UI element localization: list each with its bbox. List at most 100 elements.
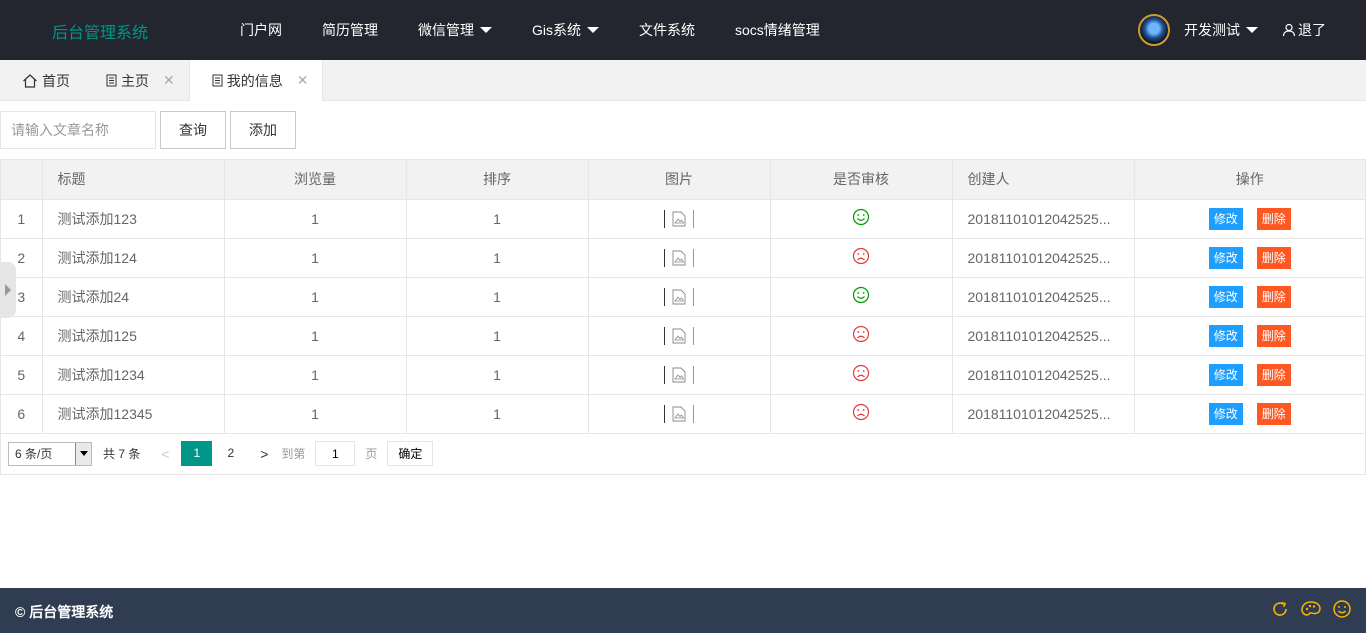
pagination: 6 条/页 共 7 条 < 1 2 > 到第 页 确定 — [1, 434, 1365, 474]
footer-tools — [1260, 599, 1352, 619]
row-views: 1 — [224, 316, 407, 356]
row-approved-cell — [770, 316, 953, 356]
row-image-cell — [588, 394, 771, 434]
smile-icon[interactable] — [1332, 599, 1352, 619]
broken-image-icon[interactable] — [664, 326, 694, 345]
nav-item-files[interactable]: 文件系统 — [619, 0, 715, 60]
row-actions: 修改 删除 — [1134, 199, 1365, 239]
prev-page-icon[interactable]: < — [152, 446, 178, 462]
row-image-cell — [588, 277, 771, 317]
goto-label: 到第 — [281, 447, 306, 461]
avatar[interactable] — [1138, 14, 1170, 46]
nav-item-label: 简历管理 — [322, 22, 378, 38]
delete-button[interactable]: 删除 — [1256, 207, 1291, 230]
column-header-views: 浏览量 — [224, 160, 407, 200]
row-creator: 20181101012042525... — [952, 277, 1135, 317]
row-views: 1 — [224, 199, 407, 239]
frown-icon — [852, 364, 870, 385]
nav-item-gis[interactable]: Gis系统 — [512, 0, 619, 60]
logout-link[interactable]: 退了 — [1282, 20, 1326, 40]
column-header-creator: 创建人 — [952, 160, 1135, 200]
column-header-image: 图片 — [588, 160, 771, 200]
row-sort: 1 — [406, 355, 589, 395]
document-icon — [106, 74, 117, 87]
tab-label: 首页 — [42, 72, 70, 89]
row-actions: 修改 删除 — [1134, 394, 1365, 434]
next-page-icon[interactable]: > — [249, 446, 279, 462]
search-toolbar: 查询 添加 — [0, 111, 296, 149]
top-header: 后台管理系统 门户网 简历管理 微信管理 Gis系统 文件系统 socs情绪管理… — [0, 0, 1366, 60]
column-header-title: 标题 — [42, 160, 225, 200]
delete-button[interactable]: 删除 — [1256, 402, 1291, 425]
page-number[interactable]: 2 — [215, 441, 246, 466]
edit-button[interactable]: 修改 — [1208, 363, 1243, 386]
row-image-cell — [588, 238, 771, 278]
broken-image-icon[interactable] — [664, 404, 694, 423]
user-area: 开发测试 退了 — [1138, 0, 1366, 60]
copyright: © 后台管理系统 — [15, 604, 114, 620]
delete-button[interactable]: 删除 — [1256, 363, 1291, 386]
table-row: 4 测试添加125 1 1 20181101012042525... 修改 删除 — [1, 316, 1365, 356]
nav-item-portal[interactable]: 门户网 — [220, 0, 302, 60]
edit-button[interactable]: 修改 — [1208, 324, 1243, 347]
page-number[interactable]: 1 — [181, 441, 213, 466]
tab-home[interactable]: 首页 — [0, 60, 84, 101]
close-icon[interactable]: ✕ — [163, 72, 175, 89]
row-creator: 20181101012042525... — [952, 355, 1135, 395]
page-unit-label: 页 — [365, 447, 378, 461]
tab-main[interactable]: 主页 ✕ — [84, 60, 189, 101]
column-header-sort: 排序 — [406, 160, 589, 200]
nav-item-label: 文件系统 — [639, 22, 695, 38]
broken-image-icon[interactable] — [664, 287, 694, 306]
nav-item-wechat[interactable]: 微信管理 — [398, 0, 512, 60]
tab-my-info[interactable]: 我的信息 ✕ — [188, 60, 324, 101]
row-index: 2 — [1, 238, 43, 278]
row-approved-cell — [770, 199, 953, 239]
broken-image-icon[interactable] — [664, 365, 694, 384]
row-approved-cell — [770, 355, 953, 395]
frown-icon — [852, 247, 870, 268]
user-name: 开发测试 — [1184, 22, 1240, 38]
row-title: 测试添加123 — [42, 199, 225, 239]
row-title: 测试添加12345 — [42, 394, 225, 434]
table-row: 3 测试添加24 1 1 20181101012042525... 修改 删除 — [1, 277, 1365, 317]
close-icon[interactable]: ✕ — [297, 72, 309, 89]
refresh-icon[interactable] — [1270, 599, 1290, 619]
user-menu[interactable]: 开发测试 — [1184, 20, 1258, 40]
nav-item-label: socs情绪管理 — [735, 22, 820, 38]
edit-button[interactable]: 修改 — [1208, 246, 1243, 269]
home-icon — [23, 73, 37, 88]
row-creator: 20181101012042525... — [952, 238, 1135, 278]
row-actions: 修改 删除 — [1134, 277, 1365, 317]
app-logo[interactable]: 后台管理系统 — [52, 19, 148, 43]
tab-bar: 首页 主页 ✕ 我的信息 ✕ — [0, 60, 1366, 101]
row-title: 测试添加24 — [42, 277, 225, 317]
row-sort: 1 — [406, 199, 589, 239]
page-size-select[interactable]: 6 条/页 — [8, 441, 92, 466]
nav-item-socs[interactable]: socs情绪管理 — [715, 0, 840, 60]
row-title: 测试添加125 — [42, 316, 225, 356]
goto-page-input[interactable] — [315, 441, 356, 466]
broken-image-icon[interactable] — [664, 248, 694, 267]
row-image-cell — [588, 199, 771, 239]
search-input[interactable] — [0, 111, 156, 149]
query-button[interactable]: 查询 — [160, 111, 226, 149]
row-approved-cell — [770, 394, 953, 434]
row-sort: 1 — [406, 238, 589, 278]
delete-button[interactable]: 删除 — [1256, 246, 1291, 269]
delete-button[interactable]: 删除 — [1256, 324, 1291, 347]
nav-item-resume[interactable]: 简历管理 — [302, 0, 398, 60]
add-button[interactable]: 添加 — [230, 111, 296, 149]
row-title: 测试添加1234 — [42, 355, 225, 395]
edit-button[interactable]: 修改 — [1208, 402, 1243, 425]
total-count: 共 7 条 — [103, 447, 141, 461]
edit-button[interactable]: 修改 — [1208, 207, 1243, 230]
column-header-approved: 是否审核 — [770, 160, 953, 200]
broken-image-icon[interactable] — [664, 209, 694, 228]
delete-button[interactable]: 删除 — [1256, 285, 1291, 308]
palette-icon[interactable] — [1300, 599, 1322, 619]
column-header-index — [1, 160, 43, 200]
goto-confirm-button[interactable]: 确定 — [387, 441, 434, 466]
footer: © 后台管理系统 — [0, 588, 1366, 633]
edit-button[interactable]: 修改 — [1208, 285, 1243, 308]
